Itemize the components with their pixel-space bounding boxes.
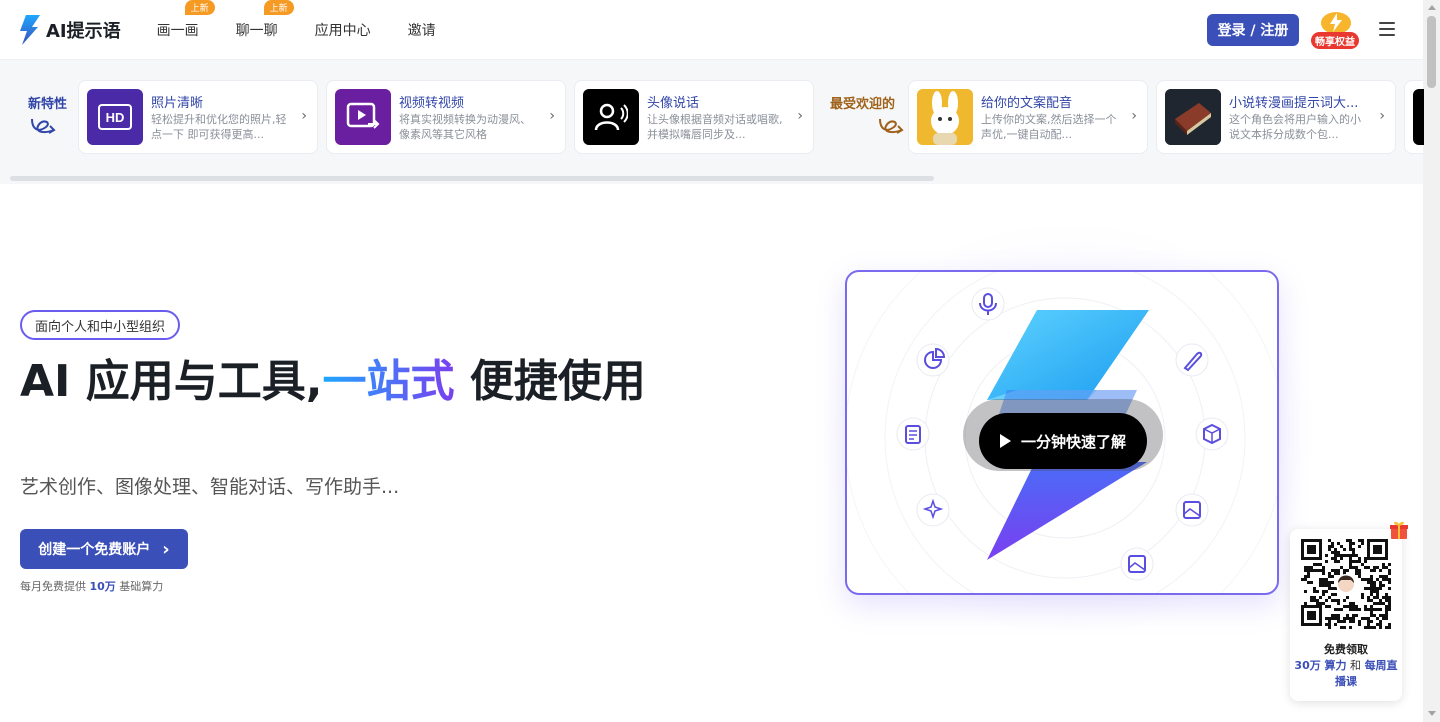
- new-badge: 上新: [263, 0, 294, 15]
- audience-tag: 面向个人和中小型组织: [20, 310, 181, 340]
- chevron-right-icon: ›: [1379, 108, 1385, 124]
- brush-icon: [1175, 343, 1209, 377]
- curly-arrow-icon: [31, 118, 56, 134]
- card-desc: 上传你的文案,然后选择一个声优,一键自动配...: [981, 113, 1117, 141]
- card-thumbnail: [1413, 89, 1424, 145]
- cube-icon: [1195, 417, 1229, 451]
- qr-highlight: 30万 算力: [1294, 659, 1347, 672]
- play-video-button[interactable]: 一分钟快速了解: [979, 413, 1147, 469]
- book-thumbnail: [1165, 89, 1221, 145]
- main-menu: 画一画 上新 聊一聊 上新 应用中心 邀请: [156, 0, 473, 40]
- hamburger-menu-icon[interactable]: [1379, 22, 1395, 36]
- card-title: 给你的文案配音: [981, 96, 1073, 111]
- login-register-button[interactable]: 登录 / 注册: [1207, 14, 1299, 46]
- feature-card-photo-enhance[interactable]: HD 照片清晰 轻松提升和优化您的照片,轻点一下 即可获得更高... ›: [78, 80, 318, 154]
- qr-promo-panel[interactable]: 免费领取 30万 算力 和 每周直播课: [1290, 529, 1402, 701]
- menu-item-app-center[interactable]: 应用中心: [315, 20, 371, 40]
- create-free-account-button[interactable]: 创建一个免费账户 ›: [20, 529, 188, 569]
- vip-benefits-button[interactable]: 畅享权益: [1311, 8, 1359, 50]
- menu-item-chat[interactable]: 聊一聊 上新: [235, 0, 294, 40]
- feature-strip-scroll-thumb[interactable]: [10, 176, 934, 181]
- chevron-right-icon: ›: [301, 108, 307, 124]
- pie-chart-icon: [916, 343, 950, 377]
- menu-item-draw[interactable]: 画一画 上新: [156, 0, 215, 40]
- headline-part: 便捷使用: [454, 356, 646, 407]
- card-title: 小说转漫画提示词大...: [1229, 96, 1359, 111]
- page-scrollbar[interactable]: [1423, 0, 1440, 722]
- card-desc: 让头像根据音频对话或唱歌,并模拟嘴唇同步及...: [647, 113, 783, 141]
- logo-text: AI提示语: [46, 20, 121, 42]
- headline-part: AI 应用与工具,: [20, 356, 323, 407]
- note-highlight: 10万: [89, 580, 116, 593]
- heading-label: 最受欢迎的: [830, 97, 896, 112]
- feature-strip: 新特性 HD 照片清晰 轻松提升和优化您的照片,轻点一下 即可获得更高... ›…: [0, 60, 1424, 184]
- scroll-thumb[interactable]: [1427, 16, 1436, 88]
- image-edit-icon: [1175, 493, 1209, 527]
- svg-text:HD: HD: [106, 110, 125, 125]
- video-convert-icon: [335, 89, 391, 145]
- gift-icon[interactable]: [1389, 520, 1409, 540]
- sparkles-icon: [916, 493, 950, 527]
- card-desc: 将真实视频转换为动漫风、像素风等其它风格: [399, 113, 531, 141]
- feature-strip-scrollbar[interactable]: [10, 176, 1413, 181]
- image-sparkle-icon: [1120, 547, 1154, 581]
- card-title: 视频转视频: [399, 96, 465, 111]
- card-desc: 这个角色会将用户输入的小说文本拆分成数个包...: [1229, 113, 1361, 141]
- heading-label: 新特性: [28, 97, 68, 112]
- menu-item-invite[interactable]: 邀请: [408, 20, 436, 40]
- chevron-right-icon: ›: [1131, 108, 1137, 124]
- qr-code: [1301, 539, 1391, 629]
- scroll-down-arrow[interactable]: [1428, 711, 1436, 716]
- feature-card-video-convert[interactable]: 视频转视频 将真实视频转换为动漫风、像素风等其它风格 ›: [326, 80, 566, 154]
- mic-icon: [971, 287, 1005, 321]
- qr-line-1: 免费领取: [1324, 643, 1368, 656]
- qr-text: 和: [1346, 659, 1365, 672]
- feature-card-avatar-speak[interactable]: 头像说话 让头像根据音频对话或唱歌,并模拟嘴唇同步及... ›: [574, 80, 814, 154]
- card-title: 头像说话: [647, 96, 700, 111]
- feature-card-novel-comic[interactable]: 小说转漫画提示词大... 这个角色会将用户输入的小说文本拆分成数个包... ›: [1156, 80, 1396, 154]
- cta-label: 创建一个免费账户: [38, 542, 151, 558]
- scroll-up-arrow[interactable]: [1428, 5, 1436, 10]
- new-features-heading: 新特性: [28, 93, 67, 137]
- chevron-right-icon: ›: [797, 108, 803, 124]
- play-icon: [999, 434, 1011, 448]
- vip-label: 畅享权益: [1311, 32, 1359, 49]
- card-desc: 轻松提升和优化您的照片,轻点一下 即可获得更高...: [151, 113, 287, 141]
- qr-line-2: 30万 算力 和 每周直播课: [1290, 658, 1402, 690]
- feature-card-voiceover[interactable]: 给你的文案配音 上传你的文案,然后选择一个声优,一键自动配... ›: [908, 80, 1148, 154]
- intro-video[interactable]: 一分钟快速了解: [845, 270, 1279, 595]
- bunny-thumbnail: [917, 89, 973, 145]
- menu-label: 画一画: [156, 22, 199, 39]
- menu-label: 邀请: [407, 22, 436, 39]
- hd-icon: HD: [87, 89, 143, 145]
- headline-highlight: 一站式: [322, 356, 455, 407]
- card-title: 照片清晰: [151, 96, 204, 111]
- menu-label: 聊一聊: [235, 22, 278, 39]
- play-label: 一分钟快速了解: [1020, 432, 1126, 451]
- document-icon: [896, 417, 930, 451]
- popular-heading: 最受欢迎的: [830, 93, 906, 137]
- hero-subtitle: 艺术创作、图像处理、智能对话、写作助手...: [20, 476, 400, 498]
- new-badge: 上新: [184, 0, 215, 15]
- note-part: 每月免费提供: [20, 580, 90, 593]
- note-part: 基础算力: [115, 580, 164, 593]
- vip-bolt-icon: [1321, 12, 1351, 34]
- bolt-logo-icon: [20, 14, 40, 45]
- logo[interactable]: AI提示语: [18, 14, 121, 45]
- hero-headline: AI 应用与工具,一站式 便捷使用: [20, 357, 700, 407]
- free-compute-note: 每月免费提供 10万 基础算力: [20, 578, 163, 594]
- feature-card-partial[interactable]: [1404, 80, 1424, 154]
- avatar-speak-icon: [583, 89, 639, 145]
- chevron-right-icon: ›: [162, 538, 170, 560]
- menu-label: 应用中心: [314, 22, 371, 39]
- curly-arrow-icon: [879, 118, 904, 134]
- chevron-right-icon: ›: [549, 108, 555, 124]
